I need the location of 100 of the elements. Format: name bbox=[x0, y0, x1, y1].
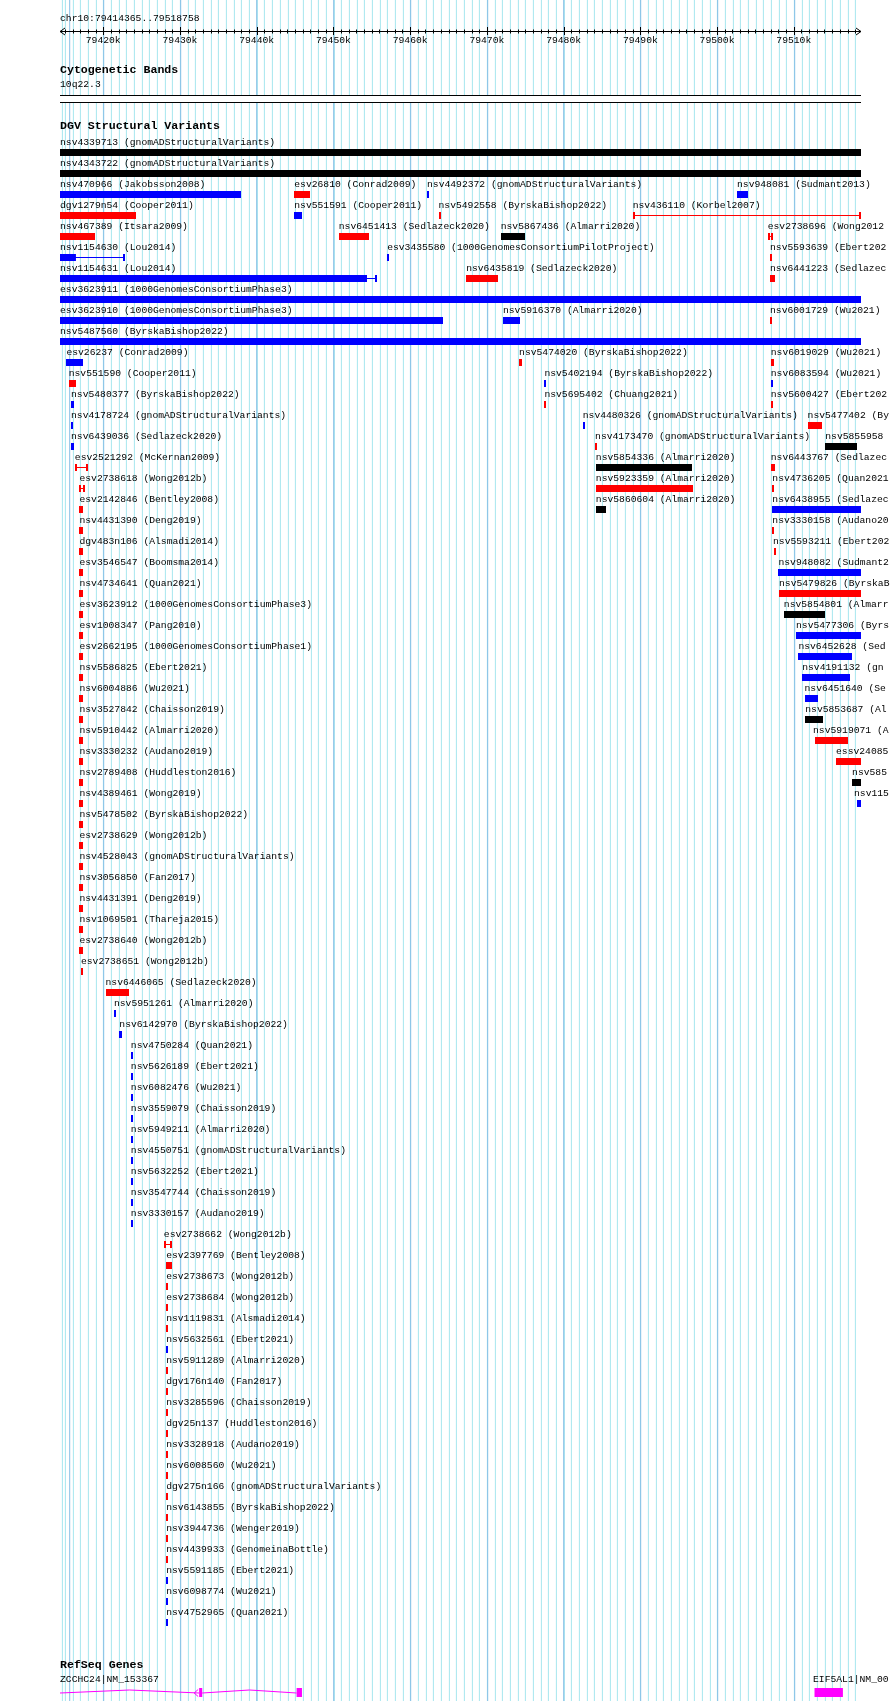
variant-label: nsv5855958 bbox=[825, 431, 884, 444]
variant-label: esv2738696 (Wong2012 bbox=[767, 221, 884, 234]
variant-label: dgv483n106 (Alsmadi2014) bbox=[79, 536, 219, 549]
variant-label: nsv5402194 (ByrskaBishop2022) bbox=[544, 368, 713, 381]
variant-label: nsv1154631 (Lou2014) bbox=[60, 263, 177, 276]
variant-label: nsv5923359 (Almarri2020) bbox=[595, 473, 736, 486]
variant-label: nsv4191132 (gn bbox=[802, 662, 884, 675]
variant-label: dgv176n140 (Fan2017) bbox=[166, 1376, 283, 1389]
variant-label: nsv6441223 (Sedlazec bbox=[770, 263, 887, 276]
track-title: RefSeq Genes bbox=[60, 1659, 144, 1672]
variant-label: nsv5910442 (Almarri2020) bbox=[79, 725, 219, 738]
variant-label: dgv275n166 (gnomADStructuralVariants) bbox=[166, 1481, 382, 1494]
variant-label: nsv5916370 (Almarri2020) bbox=[503, 305, 643, 318]
variant-label: nsv1069501 (Thareja2015) bbox=[79, 914, 219, 927]
variant-label: esv2738640 (Wong2012b) bbox=[79, 935, 208, 948]
variant-label: nsv948081 (Sudmant2013) bbox=[737, 179, 871, 192]
variant-label: nsv6446065 (Sedlazeck2020) bbox=[105, 977, 257, 990]
variant-label: nsv3527842 (Chaisson2019) bbox=[79, 704, 225, 717]
tick-label: 79420k bbox=[85, 34, 121, 47]
variant-label: esv2142846 (Bentley2008) bbox=[79, 494, 219, 507]
variant-label: nsv470966 (Jakobsson2008) bbox=[60, 179, 206, 192]
variant-label: nsv4389461 (Wong2019) bbox=[79, 788, 202, 801]
variant-label: nsv6451640 (Se bbox=[804, 683, 886, 696]
variant-label: nsv5487560 (ByrskaBishop2022) bbox=[60, 326, 229, 339]
variant-label: nsv5632561 (Ebert2021) bbox=[166, 1334, 295, 1347]
variant-label: nsv6452628 (Sed bbox=[798, 641, 886, 654]
variant-label: nsv4173470 (gnomADStructuralVariants) bbox=[595, 431, 811, 444]
tick-label: 79460k bbox=[392, 34, 428, 47]
tick-label: 79430k bbox=[162, 34, 198, 47]
variant-label: nsv6435819 (Sedlazeck2020) bbox=[466, 263, 618, 276]
variant-label: nsv4528043 (gnomADStructuralVariants) bbox=[79, 851, 295, 864]
variant-label: nsv6438955 (Sedlazec bbox=[772, 494, 889, 507]
variant-label: nsv4492372 (gnomADStructuralVariants) bbox=[427, 179, 643, 192]
variant-label: nsv6082476 (Wu2021) bbox=[130, 1082, 242, 1095]
variant-label: nsv3944736 (Wenger2019) bbox=[166, 1523, 300, 1536]
track-title: DGV Structural Variants bbox=[60, 119, 221, 132]
variant-label: nsv4343722 (gnomADStructuralVariants) bbox=[60, 158, 276, 171]
variant-label: nsv5853687 (Al bbox=[805, 704, 887, 717]
variant-label: esv26237 (Conrad2009) bbox=[66, 347, 189, 360]
variant-label: nsv3330232 (Audano2019) bbox=[79, 746, 214, 759]
variant-label: esv2521292 (McKernan2009) bbox=[74, 452, 221, 465]
variant-label: nsv5695402 (Chuang2021) bbox=[544, 389, 679, 402]
variant-label: nsv3328918 (Audano2019) bbox=[166, 1439, 300, 1452]
variant-label: nsv5478502 (ByrskaBishop2022) bbox=[79, 809, 249, 822]
variant-label: nsv551591 (Cooper2011) bbox=[294, 200, 423, 213]
tick-label: 79480k bbox=[546, 34, 582, 47]
tick-label: 79490k bbox=[622, 34, 658, 47]
variant-label: esv2738673 (Wong2012b) bbox=[166, 1271, 295, 1284]
variant-label: esv2662195 (1000GenomesConsortiumPhase1) bbox=[79, 641, 312, 654]
variant-label: nsv5600427 (Ebert202 bbox=[770, 389, 888, 402]
variant-label: esv26810 (Conrad2009) bbox=[294, 179, 417, 192]
position-label: chr10:79414365..79518758 bbox=[60, 13, 200, 25]
variant-label: nsv4752965 (Quan2021) bbox=[166, 1607, 289, 1620]
variant-label: nsv6083594 (Wu2021) bbox=[770, 368, 882, 381]
variant-label: nsv4431390 (Deng2019) bbox=[79, 515, 202, 528]
variant-label: nsv6439036 (Sedlazeck2020) bbox=[71, 431, 223, 444]
variant-label: nsv585 bbox=[852, 767, 887, 780]
variant-label: nsv5591185 (Ebert2021) bbox=[166, 1565, 295, 1578]
variant-label: nsv4178724 (gnomADStructuralVariants) bbox=[71, 410, 287, 423]
variant-label: nsv3559079 (Chaisson2019) bbox=[130, 1103, 277, 1116]
variant-label: nsv5949211 (Almarri2020) bbox=[130, 1124, 271, 1137]
variant-label: nsv4439933 (GenomeinaBottle) bbox=[166, 1544, 329, 1557]
variant-label: esv2738629 (Wong2012b) bbox=[79, 830, 208, 843]
variant-label: nsv4339713 (gnomADStructuralVariants) bbox=[60, 137, 276, 150]
variant-label: nsv5867436 (Almarri2020) bbox=[500, 221, 641, 234]
variant-label: nsv6008560 (Wu2021) bbox=[166, 1460, 277, 1473]
variant-label: nsv5477402 (By bbox=[807, 410, 889, 423]
variant-label: esv3546547 (Boomsma2014) bbox=[79, 557, 219, 570]
variant-label: nsv5951261 (Almarri2020) bbox=[113, 998, 254, 1011]
variant-label: nsv5632252 (Ebert2021) bbox=[130, 1166, 259, 1179]
variant-label: esv3623910 (1000GenomesConsortiumPhase3) bbox=[60, 305, 293, 318]
gene-label: ZCCHC24|NM_153367 bbox=[60, 1673, 159, 1686]
variant-label: nsv3056850 (Fan2017) bbox=[79, 872, 196, 885]
variant-label: nsv5593211 (Ebert202 bbox=[773, 536, 890, 549]
tick-label: 79500k bbox=[699, 34, 735, 47]
variant-label: nsv5479826 (ByrskaB bbox=[779, 578, 890, 591]
variant-label: nsv5593639 (Ebert202 bbox=[770, 242, 887, 255]
variant-label: nsv3330158 (Audano20 bbox=[772, 515, 889, 528]
variant-label: esv2738618 (Wong2012b) bbox=[79, 473, 208, 486]
variant-label: nsv5474020 (ByrskaBishop2022) bbox=[519, 347, 688, 360]
variant-label: nsv115 bbox=[854, 788, 889, 801]
variant-label: nsv1119831 (Alsmadi2014) bbox=[166, 1313, 306, 1326]
variant-label: esv2738651 (Wong2012b) bbox=[81, 956, 209, 969]
variant-label: nsv6019029 (Wu2021) bbox=[770, 347, 882, 360]
variant-label: nsv6098774 (Wu2021) bbox=[166, 1586, 277, 1599]
variant-label: nsv436110 (Korbel2007) bbox=[632, 200, 761, 213]
variant-label: nsv467389 (Itsara2009) bbox=[60, 221, 188, 234]
variant-label: nsv5854801 (Almarr bbox=[783, 599, 889, 612]
variant-label: nsv3285596 (Chaisson2019) bbox=[166, 1397, 312, 1410]
variant-label: nsv5854336 (Almarri2020) bbox=[595, 452, 736, 465]
tick-label: 79440k bbox=[239, 34, 275, 47]
variant-label: nsv6443767 (Sedlazec bbox=[770, 452, 888, 465]
variant-label: nsv551590 (Cooper2011) bbox=[68, 368, 197, 381]
variant-label: nsv5626189 (Ebert2021) bbox=[130, 1061, 259, 1074]
variant-label: nsv4736205 (Quan2021 bbox=[772, 473, 889, 486]
band-label: 10q22.3 bbox=[60, 79, 101, 92]
variant-label: esv3623911 (1000GenomesConsortiumPhase3) bbox=[60, 284, 293, 297]
variant-label: nsv6451413 (Sedlazeck2020) bbox=[338, 221, 490, 234]
variant-label: nsv3547744 (Chaisson2019) bbox=[130, 1187, 277, 1200]
gene-label: EIF5AL1|NM_00 bbox=[813, 1673, 889, 1686]
